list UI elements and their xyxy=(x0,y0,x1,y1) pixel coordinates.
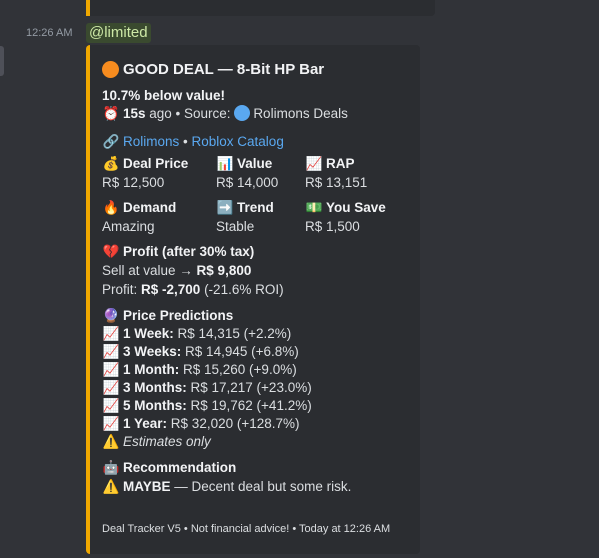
channel-indicator xyxy=(0,46,4,76)
chart-up-icon: 📈 xyxy=(102,398,120,413)
prediction-item: 📈 3 Weeks: R$ 14,945 (+6.8%) xyxy=(102,344,299,359)
roblox-catalog-link[interactable]: Roblox Catalog xyxy=(192,134,284,149)
prediction-item: 📈 1 Year: R$ 32,020 (+128.7%) xyxy=(102,416,300,431)
chart-up-icon: 📈 xyxy=(102,416,120,431)
money-bag-icon: 💰 xyxy=(102,156,120,171)
warning-icon: ⚠️ xyxy=(102,479,120,494)
chart-up-icon: 📈 xyxy=(305,156,323,171)
below-value-text: 10.7% below value! xyxy=(102,88,226,103)
recommendation-line: ⚠️ MAYBE — Decent deal but some risk. xyxy=(102,477,406,497)
role-mention[interactable]: @limited xyxy=(86,23,151,43)
prediction-item: 📈 5 Months: R$ 19,762 (+41.2%) xyxy=(102,398,312,413)
alarm-clock-icon: ⏰ xyxy=(102,106,120,121)
prediction-item: 📈 3 Months: R$ 17,217 (+23.0%) xyxy=(102,380,312,395)
robot-icon: 🤖 xyxy=(102,460,120,475)
field-value: 📊 Value R$ 14,000 xyxy=(216,156,279,190)
embed-title-text: GOOD DEAL — 8-Bit HP Bar xyxy=(123,60,325,78)
source-name: Rolimons Deals xyxy=(253,106,348,121)
prediction-item: 📈 1 Week: R$ 14,315 (+2.2%) xyxy=(102,326,292,341)
chart-up-icon: 📈 xyxy=(102,344,120,359)
embed-title: GOOD DEAL — 8-Bit HP Bar xyxy=(102,59,406,79)
broken-heart-icon: 💔 xyxy=(102,244,120,259)
warning-icon: ⚠️ xyxy=(102,434,120,449)
fire-icon: 🔥 xyxy=(102,200,120,215)
chart-up-icon: 📈 xyxy=(102,362,120,377)
deal-embed: GOOD DEAL — 8-Bit HP Bar 10.7% below val… xyxy=(86,45,420,554)
age-suffix: ago • Source: xyxy=(145,106,235,121)
age-source-line: ⏰ 15s ago • Source: Rolimons Deals xyxy=(102,105,406,123)
link-icon: 🔗 xyxy=(102,134,120,149)
rolimons-link[interactable]: Rolimons xyxy=(123,134,179,149)
links-line: 🔗 Rolimons • Roblox Catalog xyxy=(102,133,406,151)
prediction-item: 📈 1 Month: R$ 15,260 (+9.0%) xyxy=(102,362,297,377)
predictions-heading: 🔮 Price Predictions xyxy=(102,308,234,323)
field-demand: 🔥 Demand Amazing xyxy=(102,200,177,234)
profit-line: Profit: R$ -2,700 (-21.6% ROI) xyxy=(102,282,284,297)
recommendation-heading: 🤖 Recommendation xyxy=(102,460,237,475)
dollar-bill-icon: 💵 xyxy=(305,200,323,215)
chart-up-icon: 📈 xyxy=(102,326,120,341)
predictions-list: 📈 1 Week: R$ 14,315 (+2.2%) 📈 3 Weeks: R$ … xyxy=(102,325,406,451)
previous-embed xyxy=(86,0,435,16)
orange-circle-icon xyxy=(102,60,119,78)
links-separator: • xyxy=(179,134,192,149)
embed-footer: Deal Tracker V5 • Not financial advice! … xyxy=(102,523,391,535)
message-timestamp[interactable]: 12:26 AM xyxy=(26,27,72,39)
chart-up-icon: 📈 xyxy=(102,380,120,395)
estimates-note: ⚠️ Estimates only xyxy=(102,434,211,449)
field-rap: 📈 RAP R$ 13,151 xyxy=(305,156,368,190)
blue-circle-icon xyxy=(234,105,251,121)
field-trend: ➡️ Trend Stable xyxy=(216,200,274,234)
arrow-right-icon: ➡️ xyxy=(216,200,234,215)
field-you-save: 💵 You Save R$ 1,500 xyxy=(305,200,386,234)
field-deal-price: 💰 Deal Price R$ 12,500 xyxy=(102,156,189,190)
profit-heading: 💔 Profit (after 30% tax) xyxy=(102,244,255,259)
age-value: 15s xyxy=(123,106,146,121)
sell-at-value-line: Sell at value → R$ 9,800 xyxy=(102,263,252,278)
deal-fields: 💰 Deal Price R$ 12,500 📊 Value R$ 14,000 📈… xyxy=(102,155,406,237)
crystal-ball-icon: 🔮 xyxy=(102,308,120,323)
bar-chart-icon: 📊 xyxy=(216,156,234,171)
